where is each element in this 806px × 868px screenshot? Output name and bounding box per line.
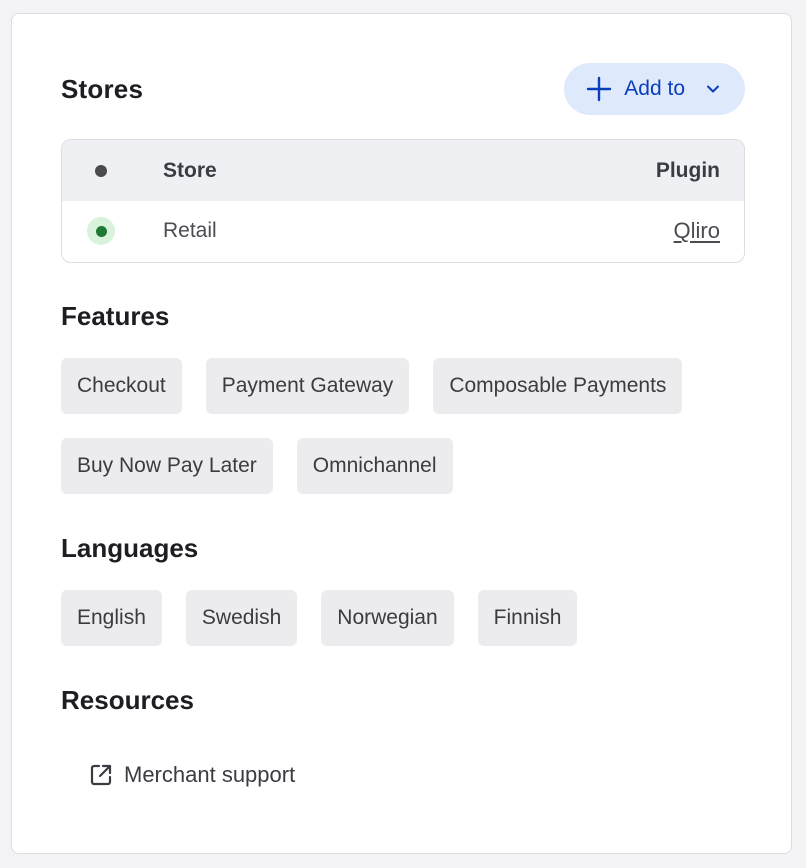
merchant-support-link[interactable]: Merchant support	[88, 757, 295, 793]
stores-table: Store Plugin Retail Qliro	[61, 139, 745, 263]
resources-title: Resources	[61, 685, 194, 715]
feature-chip: Payment Gateway	[205, 358, 410, 414]
stores-header: Stores Add to	[61, 63, 745, 115]
active-status-icon	[87, 217, 115, 245]
status-header-dot-icon	[95, 164, 107, 177]
stores-panel: Stores Add to Store Plugin Retail Qliro …	[11, 13, 792, 854]
stores-title: Stores	[61, 73, 144, 104]
plugin-cell: Qliro	[674, 218, 720, 244]
table-header: Store Plugin	[62, 140, 744, 201]
feature-chip: Composable Payments	[433, 358, 683, 414]
language-chip: Swedish	[185, 590, 298, 646]
language-chip: English	[61, 590, 162, 646]
plugin-column-header: Plugin	[655, 158, 720, 182]
external-link-icon	[88, 762, 114, 788]
languages-title: Languages	[61, 533, 199, 563]
status-cell	[87, 217, 115, 245]
table-row: Retail Qliro	[62, 201, 744, 261]
plugin-link[interactable]: Qliro	[674, 218, 720, 243]
add-to-label: Add to	[624, 77, 685, 100]
store-name: Retail	[163, 219, 217, 242]
plus-icon	[586, 76, 612, 102]
features-title: Features	[61, 301, 170, 331]
store-column-header: Store	[163, 158, 217, 182]
features-list: Checkout Payment Gateway Composable Paym…	[61, 358, 761, 494]
feature-chip: Checkout	[61, 358, 182, 414]
language-chip: Finnish	[477, 590, 578, 646]
chevron-down-icon	[705, 81, 721, 97]
add-to-button[interactable]: Add to	[564, 63, 745, 115]
merchant-support-label: Merchant support	[124, 762, 296, 787]
language-chip: Norwegian	[321, 590, 454, 646]
feature-chip: Omnichannel	[296, 438, 453, 494]
languages-list: English Swedish Norwegian Finnish	[61, 590, 761, 646]
status-column-header	[87, 157, 115, 185]
feature-chip: Buy Now Pay Later	[61, 438, 273, 494]
